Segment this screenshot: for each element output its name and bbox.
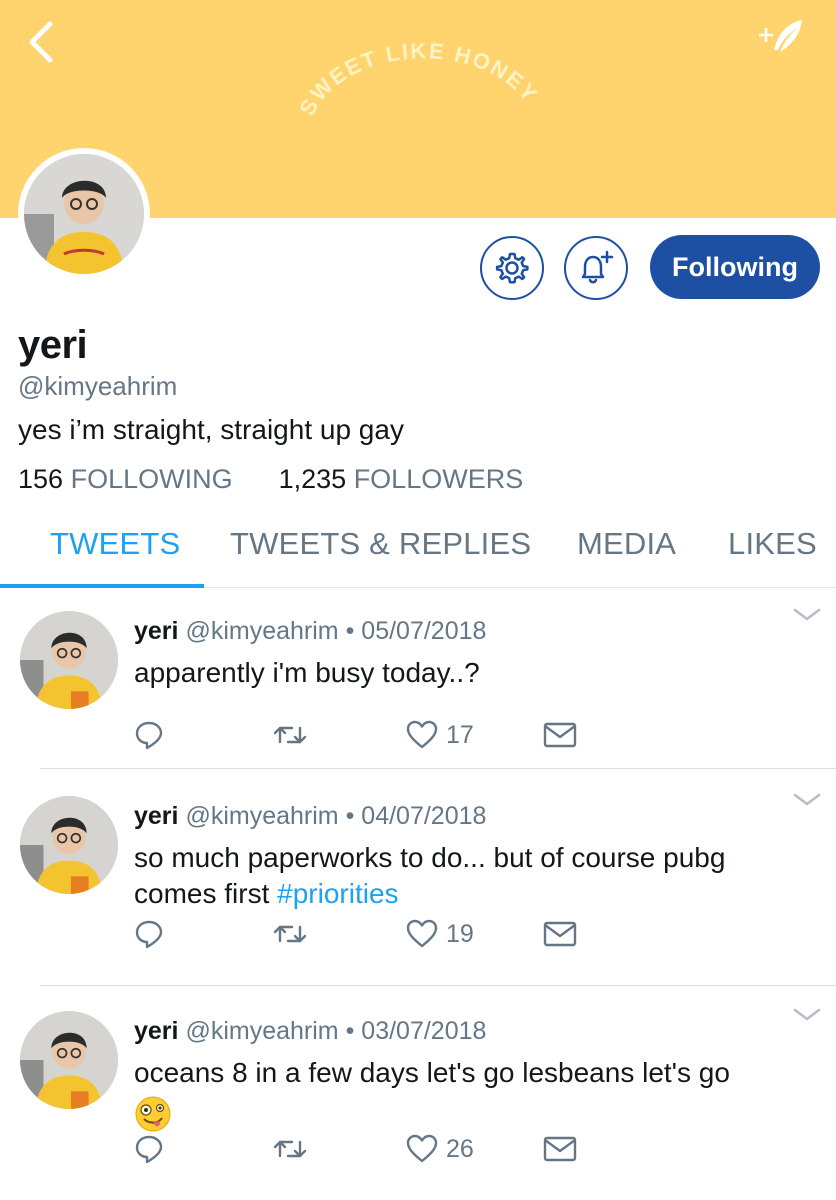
svg-text:SWEET LIKE HONEY: SWEET LIKE HONEY (294, 38, 543, 119)
envelope-icon (543, 921, 577, 947)
reply-button[interactable] (134, 1131, 164, 1167)
separator-dot: • (345, 802, 355, 830)
separator-dot: • (345, 617, 355, 645)
direct-message-button[interactable] (542, 1131, 578, 1167)
tweet-header: yeri @kimyeahrim • 04/07/2018 (134, 802, 486, 831)
following-button[interactable]: Following (650, 235, 820, 299)
profile-handle: @kimyeahrim (18, 371, 178, 401)
following-stat[interactable]: 156 FOLLOWING (18, 464, 233, 495)
reply-button[interactable] (134, 717, 164, 753)
tweet-body: oceans 8 in a few days let's go lesbeans… (134, 1057, 730, 1088)
like-count: 26 (446, 1134, 474, 1163)
retweet-button[interactable] (272, 916, 308, 952)
zany-face-emoji-icon (135, 1096, 171, 1132)
tweet-actions: 26 (134, 1131, 594, 1167)
tweet-header: yeri @kimyeahrim • 03/07/2018 (134, 1017, 486, 1046)
retweet-button[interactable] (272, 1131, 308, 1167)
tweet-author-name[interactable]: yeri (134, 802, 178, 830)
direct-message-button[interactable] (542, 916, 578, 952)
envelope-icon (543, 722, 577, 748)
followers-stat[interactable]: 1,235 FOLLOWERS (279, 464, 524, 495)
profile-stats: 156 FOLLOWING 1,235 FOLLOWERS (18, 464, 523, 495)
tab-media[interactable]: MEDIA (577, 526, 676, 562)
reply-button[interactable] (134, 916, 164, 952)
tab-tweets[interactable]: TWEETS (50, 526, 180, 562)
envelope-icon (543, 1136, 577, 1162)
tweet-author-handle[interactable]: @kimyeahrim (185, 617, 338, 645)
tab-tweets-replies[interactable]: TWEETS & REPLIES (230, 526, 531, 562)
tweet-author-handle[interactable]: @kimyeahrim (185, 802, 338, 830)
chevron-down-icon[interactable] (792, 605, 822, 625)
tweet-text: apparently i'm busy today..? (134, 655, 814, 691)
tweet-text: oceans 8 in a few days let's go lesbeans… (134, 1055, 814, 1091)
direct-message-button[interactable] (542, 717, 578, 753)
like-button[interactable]: 19 (406, 916, 474, 952)
tweet-divider (40, 768, 836, 769)
followers-count: 1,235 (278, 464, 347, 494)
tweet-actions: 17 (134, 717, 594, 753)
banner-arc-text: SWEET LIKE HONEY (294, 38, 543, 119)
retweet-button[interactable] (272, 717, 308, 753)
profile-name: yeri (18, 323, 88, 367)
reply-icon (135, 920, 163, 949)
active-tab-indicator (0, 584, 204, 588)
heart-icon (406, 1134, 438, 1163)
notifications-button[interactable] (564, 236, 628, 300)
bell-plus-icon (581, 250, 614, 284)
chevron-down-icon[interactable] (792, 1005, 822, 1025)
feather-plus-icon[interactable] (756, 16, 806, 62)
separator-dot: • (345, 1017, 355, 1045)
tab-likes[interactable]: LIKES (728, 526, 817, 562)
chevron-down-icon[interactable] (792, 790, 822, 810)
tweet-date: 05/07/2018 (361, 617, 487, 645)
banner-text: SWEET LIKE HONEY (294, 38, 541, 119)
profile-tabs: TWEETS TWEETS & REPLIES MEDIA LIKES (0, 510, 836, 588)
tweet-avatar[interactable] (20, 611, 118, 709)
tweet-date: 04/07/2018 (361, 802, 487, 830)
followers-label: FOLLOWERS (353, 464, 524, 494)
reply-icon (135, 1135, 163, 1164)
following-count: 156 (18, 464, 64, 494)
tweet-avatar[interactable] (20, 1011, 118, 1109)
tweet-date: 03/07/2018 (361, 1017, 487, 1045)
following-label: FOLLOWING (70, 464, 233, 494)
tweet-author-name[interactable]: yeri (134, 617, 178, 645)
profile-avatar[interactable] (18, 148, 150, 280)
reply-icon (135, 721, 163, 750)
retweet-icon (273, 1140, 307, 1158)
like-button[interactable]: 26 (406, 1131, 474, 1167)
heart-icon (406, 720, 438, 749)
heart-icon (406, 919, 438, 948)
tweet-text: so much paperworks to do... but of cours… (134, 840, 814, 912)
avatar-image (24, 154, 144, 274)
retweet-icon (273, 726, 307, 744)
tweet-author-name[interactable]: yeri (134, 1017, 178, 1045)
profile-bio: yes i’m straight, straight up gay (18, 414, 404, 445)
gear-icon (495, 252, 529, 284)
retweet-icon (273, 925, 307, 943)
like-count: 19 (446, 919, 474, 948)
like-count: 17 (446, 720, 474, 749)
settings-button[interactable] (480, 236, 544, 300)
chevron-left-icon[interactable] (18, 18, 66, 66)
tweet-header: yeri @kimyeahrim • 05/07/2018 (134, 617, 486, 646)
tweet-hashtag[interactable]: #priorities (277, 878, 398, 909)
like-button[interactable]: 17 (406, 717, 474, 753)
tweet-avatar[interactable] (20, 796, 118, 894)
tweet-body: apparently i'm busy today..? (134, 657, 480, 688)
tweet-divider (40, 985, 836, 986)
tweet-actions: 19 (134, 916, 594, 952)
tweet-body: so much paperworks to do... but of cours… (134, 842, 726, 909)
tweet-author-handle[interactable]: @kimyeahrim (185, 1017, 338, 1045)
